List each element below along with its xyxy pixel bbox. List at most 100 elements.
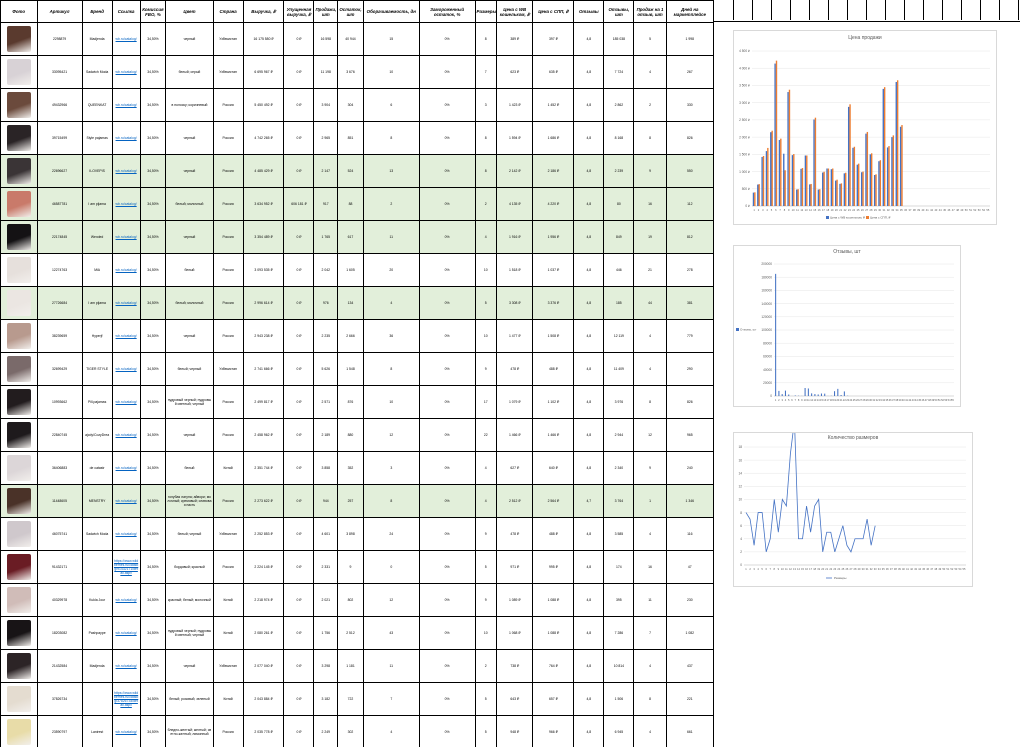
days-cell[interactable]: 330 — [665, 88, 714, 122]
empty-header-cell[interactable] — [714, 0, 734, 20]
sales-cell[interactable]: 2 147 — [313, 154, 339, 188]
sales-cell[interactable]: 2 021 — [313, 583, 339, 617]
brand-cell[interactable]: Sadwich Moda — [81, 55, 113, 89]
table-row[interactable]: 12274763 MiA wb.ru/catalog/34,50% белый Росс… — [0, 253, 714, 287]
table-row[interactable]: 11448605 MENSTRY wb.ru/catalog/34,50% голуб… — [0, 484, 714, 518]
sizes-cell[interactable]: 4 — [474, 484, 497, 518]
color-cell[interactable]: белый; серый — [165, 55, 214, 89]
reviews-cell[interactable]: 3 585 — [603, 517, 635, 551]
article-cell[interactable]: 22840745 — [36, 418, 83, 452]
sales-cell[interactable]: 3 904 — [313, 88, 339, 122]
price-spp-cell[interactable]: 1 088 ₽ — [532, 616, 575, 650]
commission-cell[interactable]: 34,50% — [139, 121, 167, 155]
commission-cell[interactable]: 34,50% — [139, 649, 167, 683]
sizes-cell[interactable]: 8 — [474, 121, 497, 155]
lost-cell[interactable]: 0 ₽ — [283, 352, 315, 386]
brand-cell[interactable]: Lanirest — [81, 715, 113, 747]
table-row[interactable]: 22696627 ILOVEPIS wb.ru/catalog/34,50% черн… — [0, 154, 714, 188]
color-cell[interactable]: пудровый черный; пудровый светлый; черны… — [165, 385, 214, 419]
frozen-cell[interactable]: 0% — [418, 682, 476, 716]
product-link[interactable]: wb.ru/catalog/ — [116, 268, 137, 272]
brand-cell[interactable]: Kukla Jour — [81, 583, 113, 617]
table-row[interactable]: 38239659 Hyperjf wb.ru/catalog/34,50% черны… — [0, 319, 714, 353]
brand-cell[interactable]: Pashpaype — [81, 616, 113, 650]
country-cell[interactable]: Россия — [212, 286, 244, 320]
product-photo-cell[interactable] — [0, 187, 38, 221]
reviews-cell[interactable]: 6 945 — [603, 715, 635, 747]
price-wallet-cell[interactable]: 1 916 ₽ — [495, 220, 534, 254]
product-link[interactable]: wb.ru/catalog/ — [116, 433, 137, 437]
days-cell[interactable]: 437 — [665, 649, 714, 683]
column-header[interactable]: Замороженный остаток, % — [418, 0, 476, 23]
rating-cell[interactable]: 4,8 — [573, 682, 605, 716]
commission-cell[interactable]: 34,50% — [139, 253, 167, 287]
article-cell[interactable]: 22174845 — [36, 220, 83, 254]
price-wallet-cell[interactable]: 2 142 ₽ — [495, 154, 534, 188]
price-spp-cell[interactable]: 4 220 ₽ — [532, 187, 575, 221]
days-cell[interactable]: 661 — [665, 715, 714, 747]
product-link[interactable]: wb.ru/catalog/ — [116, 136, 137, 140]
frozen-cell[interactable]: 0% — [418, 550, 476, 584]
column-header[interactable]: Упущенная выручка, ₽ — [283, 0, 315, 23]
sizes-cell[interactable]: 9 — [474, 583, 497, 617]
turnover-cell[interactable]: 8 — [362, 484, 420, 518]
column-header[interactable]: Страна — [212, 0, 244, 23]
sales-cell[interactable]: 2 235 — [313, 319, 339, 353]
product-link[interactable]: wb.ru/catalog/ — [116, 37, 137, 41]
link-cell[interactable]: wb.ru/catalog/ — [111, 517, 141, 551]
reviews-cell[interactable]: 185 038 — [603, 22, 635, 56]
country-cell[interactable]: Китай — [212, 451, 244, 485]
price-spp-cell[interactable]: 966 ₽ — [532, 715, 575, 747]
sales-cell[interactable]: 4 601 — [313, 517, 339, 551]
country-cell[interactable]: Россия — [212, 220, 244, 254]
link-cell[interactable]: wb.ru/catalog/ — [111, 484, 141, 518]
column-header[interactable]: Продажи, шт — [313, 0, 339, 23]
link-cell[interactable]: wb.ru/catalog/ — [111, 418, 141, 452]
price-wallet-cell[interactable]: 738 ₽ — [495, 649, 534, 683]
turnover-cell[interactable]: 24 — [362, 517, 420, 551]
sizes-cell[interactable]: 5 — [474, 286, 497, 320]
rating-cell[interactable]: 4,8 — [573, 55, 605, 89]
stock-cell[interactable]: 2 666 — [337, 319, 364, 353]
color-cell[interactable]: в полоску; коричневый — [165, 88, 214, 122]
stock-cell[interactable]: 851 — [337, 121, 364, 155]
reviews-cell[interactable]: 2 862 — [603, 88, 635, 122]
days-cell[interactable]: 381 — [665, 286, 714, 320]
product-photo-cell[interactable] — [0, 583, 38, 617]
per-review-cell[interactable]: 4 — [633, 319, 667, 353]
commission-cell[interactable]: 34,50% — [139, 187, 167, 221]
empty-header-cell[interactable] — [809, 0, 829, 20]
days-cell[interactable]: 267 — [665, 55, 714, 89]
sales-cell[interactable]: 11 198 — [313, 55, 339, 89]
commission-cell[interactable]: 34,50% — [139, 319, 167, 353]
sizes-cell[interactable]: 10 — [474, 616, 497, 650]
frozen-cell[interactable]: 0% — [418, 715, 476, 747]
days-cell[interactable]: 290 — [665, 352, 714, 386]
product-link[interactable]: wb.ru/catalog/ — [116, 730, 137, 734]
rating-cell[interactable]: 4,8 — [573, 715, 605, 747]
price-spp-cell[interactable]: 1 466 ₽ — [532, 418, 575, 452]
revenue-cell[interactable]: 2 218 974 ₽ — [242, 583, 285, 617]
rating-cell[interactable]: 4,8 — [573, 154, 605, 188]
price-wallet-cell[interactable]: 1 466 ₽ — [495, 418, 534, 452]
rating-cell[interactable]: 4,8 — [573, 88, 605, 122]
product-photo-cell[interactable] — [0, 418, 38, 452]
table-row[interactable]: 23590797 Lanirest wb.ru/catalog/34,50% блед… — [0, 715, 714, 747]
brand-cell[interactable]: Madjenda — [81, 649, 113, 683]
sales-cell[interactable]: 16 598 — [313, 22, 339, 56]
product-photo-cell[interactable] — [0, 715, 38, 747]
per-review-cell[interactable]: 4 — [633, 649, 667, 683]
lost-cell[interactable]: 0 ₽ — [283, 451, 315, 485]
sizes-cell[interactable]: 8 — [474, 22, 497, 56]
price-wallet-cell[interactable]: 1 079 ₽ — [495, 385, 534, 419]
article-cell[interactable]: 91432171 — [36, 550, 83, 584]
product-photo-cell[interactable] — [0, 220, 38, 254]
revenue-cell[interactable]: 2 996 614 ₽ — [242, 286, 285, 320]
sizes-chart[interactable]: Количество размеров 0 2 4 6 8 10 12 14 16 18 1 2 3 4 5… — [733, 420, 973, 587]
article-cell[interactable]: 27726684 — [36, 286, 83, 320]
price-wallet-cell[interactable]: 389 ₽ — [495, 22, 534, 56]
frozen-cell[interactable]: 0% — [418, 286, 476, 320]
days-cell[interactable]: 965 — [665, 418, 714, 452]
price-wallet-cell[interactable]: 1 594 ₽ — [495, 121, 534, 155]
link-cell[interactable]: wb.ru/catalog/ — [111, 385, 141, 419]
